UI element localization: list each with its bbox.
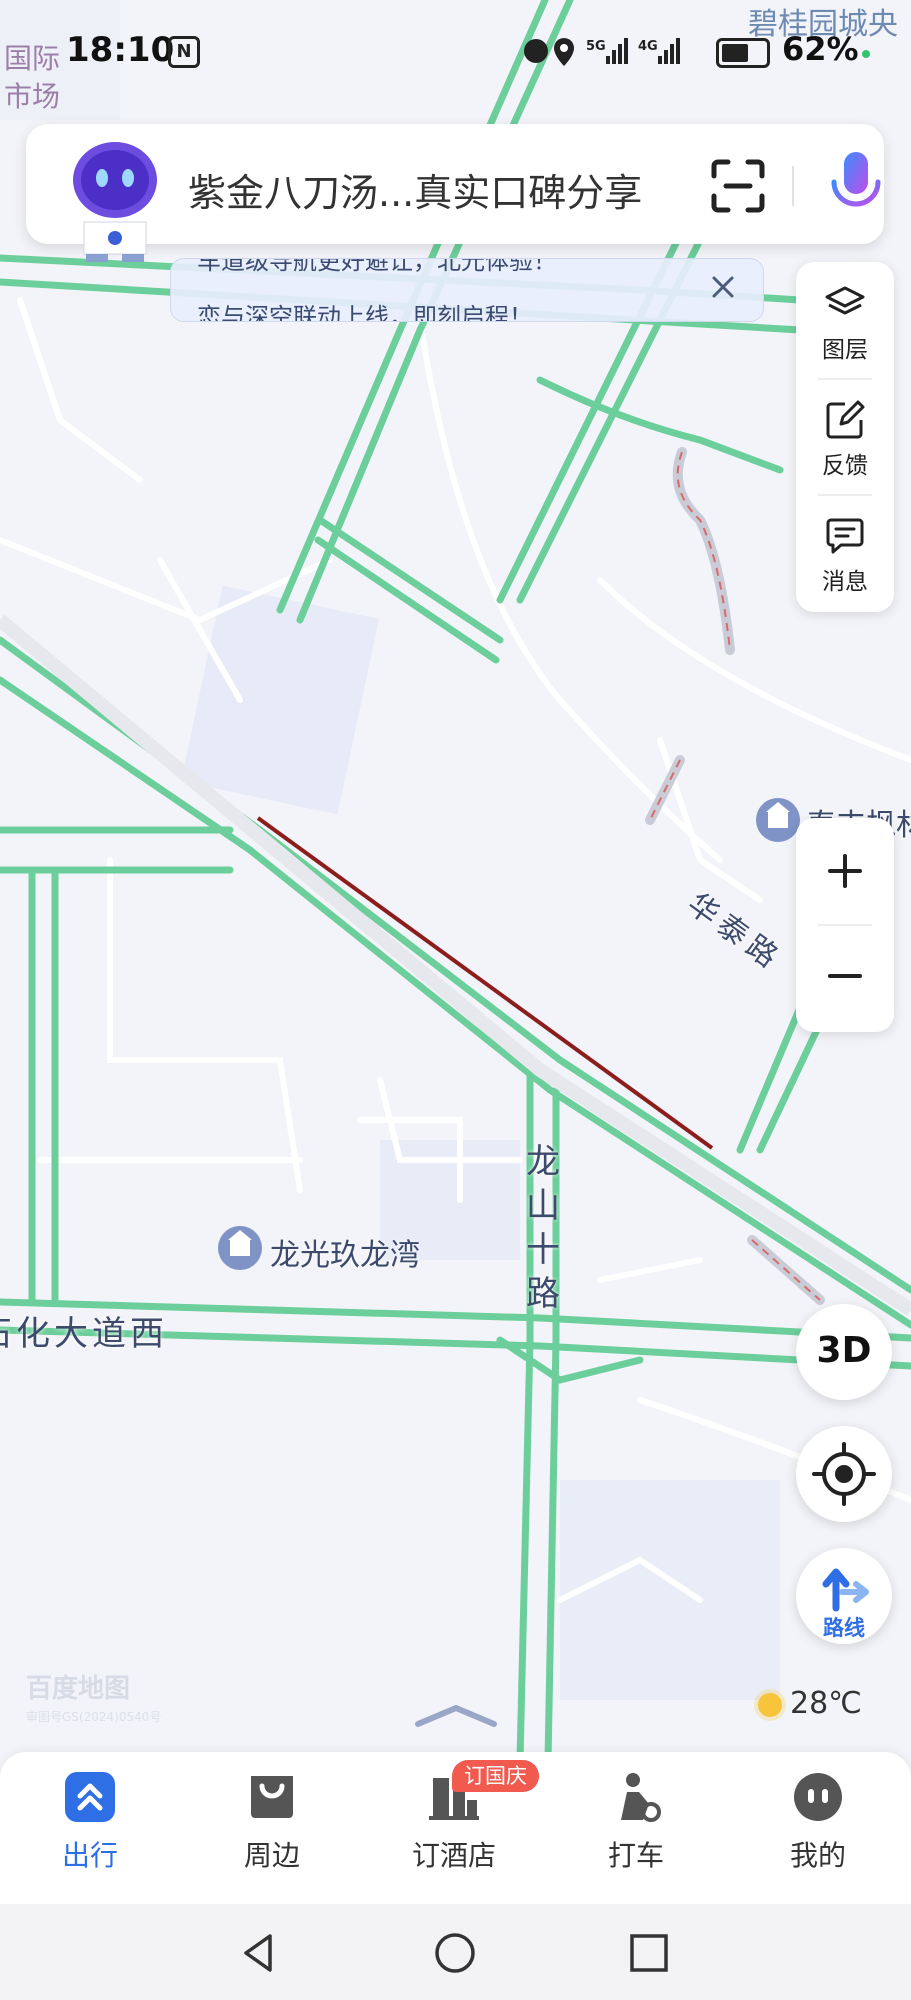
tab-profile-label: 我的 <box>789 1839 846 1872</box>
zoom-control <box>796 818 894 1032</box>
layers-label: 图层 <box>822 337 868 363</box>
status-icons: 5G 4G <box>524 38 680 66</box>
tab-hotel-label: 订酒店 <box>411 1839 496 1872</box>
signal-icons: 5G 4G <box>522 34 702 74</box>
locate-button[interactable] <box>796 1426 892 1522</box>
tab-nearby-label: 周边 <box>243 1839 300 1872</box>
feedback-button[interactable]: 反馈 <box>796 384 894 494</box>
nearby-icon <box>251 1776 293 1818</box>
travel-icon <box>65 1772 115 1822</box>
route-button[interactable]: 路线 <box>796 1548 892 1644</box>
locate-icon <box>812 1442 876 1506</box>
layers-button[interactable]: 图层 <box>796 268 894 378</box>
search-divider <box>792 166 794 206</box>
tab-travel[interactable]: 出行 <box>30 1770 150 1890</box>
battery-icon <box>716 38 770 68</box>
messages-label: 消息 <box>822 569 868 595</box>
close-icon[interactable] <box>705 269 741 305</box>
edit-icon <box>826 400 865 439</box>
assistant-robot-icon[interactable] <box>56 134 174 264</box>
notice-line-1: 车道级导航更好避让，北光体验！ <box>197 258 557 275</box>
minus-icon <box>828 974 862 978</box>
scan-icon[interactable] <box>710 158 766 214</box>
microphone-icon[interactable] <box>826 150 886 220</box>
tab-profile[interactable]: 我的 <box>758 1770 878 1890</box>
route-label: 路线 <box>823 1616 865 1640</box>
feedback-label: 反馈 <box>822 453 868 479</box>
weather-widget[interactable]: 28℃ <box>758 1686 862 1721</box>
status-dot <box>862 50 870 58</box>
notice-banner[interactable]: 车道级导航更好避让，北光体验！ 恋与深空联动上线，即刻启程！ <box>170 258 764 322</box>
side-panel: 图层 反馈 消息 <box>796 262 894 612</box>
search-bar[interactable]: 紫金八刀汤...真实口碑分享 <box>26 124 886 262</box>
svg-text:5G: 5G <box>586 39 606 54</box>
back-icon[interactable] <box>236 1930 282 1976</box>
poi-label-longguang[interactable]: 龙光玖龙湾 <box>270 1230 420 1274</box>
3d-button[interactable]: 3D <box>796 1304 892 1400</box>
road-label-shihua: 石化大道西 <box>0 1314 168 1354</box>
watermark-approval: 审图号GS(2024)0540号 <box>26 1710 162 1724</box>
battery-percent: 62% <box>782 30 859 68</box>
taxi-icon <box>621 1773 661 1822</box>
svg-text:4G: 4G <box>638 39 658 54</box>
hotel-promo-badge: 订国庆 <box>452 1760 539 1792</box>
notice-line-2: 恋与深空联动上线，即刻启程！ <box>197 303 533 322</box>
side-divider-2 <box>818 494 872 496</box>
recents-icon[interactable] <box>626 1930 672 1976</box>
messages-button[interactable]: 消息 <box>796 500 894 610</box>
chevron-up-icon[interactable] <box>414 1700 498 1730</box>
search-query[interactable]: 紫金八刀汤...真实口碑分享 <box>188 162 642 217</box>
layers-icon <box>825 286 865 315</box>
route-icon <box>822 1568 869 1612</box>
side-divider-1 <box>818 378 872 380</box>
3d-label: 3D <box>816 1330 872 1371</box>
sun-icon <box>758 1692 782 1717</box>
status-time: 18:10 <box>66 30 175 70</box>
zoom-in-button[interactable] <box>796 818 894 924</box>
system-nav-bar <box>0 1904 911 2000</box>
road-label-longshan: 龙山十路 <box>526 1142 560 1314</box>
status-bar: 18:10 N 5G 4G 62% <box>0 0 911 110</box>
message-icon <box>826 518 864 554</box>
home-icon[interactable] <box>432 1930 478 1976</box>
watermark: 百度地图 <box>26 1674 131 1704</box>
profile-icon <box>794 1773 842 1821</box>
nfc-icon: N <box>168 36 200 68</box>
tab-travel-label: 出行 <box>61 1839 118 1872</box>
tab-taxi[interactable]: 打车 <box>576 1770 696 1890</box>
zoom-out-button[interactable] <box>796 926 894 1032</box>
tab-taxi-label: 打车 <box>607 1839 664 1872</box>
plus-icon <box>828 854 862 888</box>
poi-pin-longguang <box>218 1226 262 1270</box>
tab-nearby[interactable]: 周边 <box>212 1770 332 1890</box>
weather-temp: 28℃ <box>790 1686 862 1721</box>
